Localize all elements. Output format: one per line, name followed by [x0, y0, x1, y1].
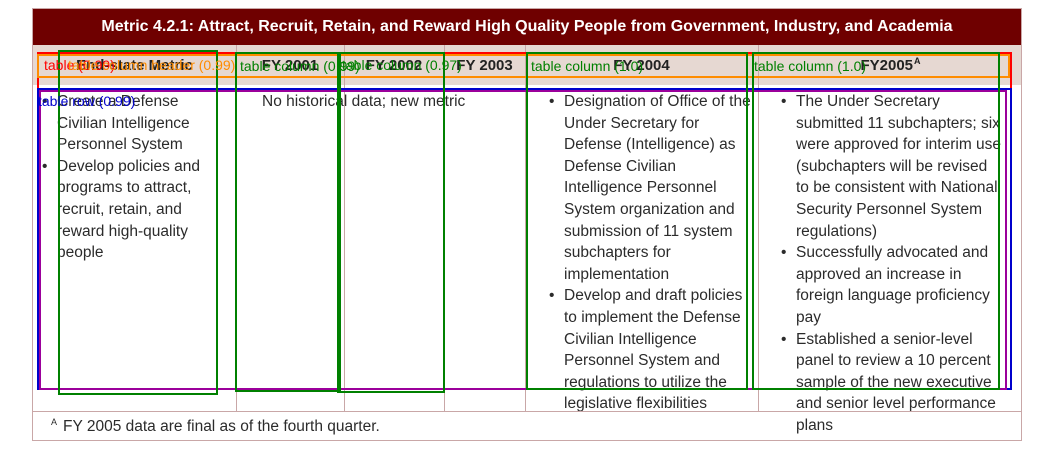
header-fy2004: FY 2004 — [613, 56, 670, 74]
cell-fy2005: The Under Secretary submitted 11 subchap… — [781, 91, 1003, 437]
metric-list: Create a Defense Civilian Intelligence P… — [42, 91, 232, 264]
list-item: The Under Secretary submitted 11 subchap… — [781, 91, 1003, 242]
list-item: Develop and draft policies to implement … — [549, 285, 754, 415]
table-title: Metric 4.2.1: Attract, Recruit, Retain, … — [33, 9, 1021, 45]
cell-fy2001: No historical data; new metric — [262, 93, 466, 110]
fy2005-list: The Under Secretary submitted 11 subchap… — [781, 91, 1003, 437]
list-item: Successfully advocated and approved an i… — [781, 242, 1003, 328]
footnote-text: FY 2005 data are final as of the fourth … — [63, 418, 380, 435]
list-item: Develop policies and programs to attract… — [42, 156, 232, 264]
list-item: Designation of Office of the Under Secre… — [549, 91, 754, 285]
header-fy2002: FY 2002 — [365, 56, 423, 74]
cell-fy2004: Designation of Office of the Under Secre… — [549, 91, 754, 415]
fy2004-list: Designation of Office of the Under Secre… — [549, 91, 754, 415]
footnote-mark: A — [51, 417, 58, 427]
table-row: Create a Defense Civilian Intelligence P… — [33, 85, 1021, 434]
metric-table: Metric 4.2.1: Attract, Recruit, Retain, … — [32, 8, 1022, 441]
table-header-row: End-state Metric FY 2001 FY 2002 FY 2003… — [33, 45, 1021, 85]
list-item: Create a Defense Civilian Intelligence P… — [42, 91, 232, 156]
header-fy2005-text: FY2005 — [860, 56, 914, 74]
header-fy2003: FY 2003 — [456, 56, 513, 74]
header-fy2005-sup: A — [914, 56, 921, 66]
header-fy2005: FY2005 A — [758, 45, 1023, 85]
footnote: A FY 2005 data are final as of the fourt… — [33, 411, 1021, 442]
header-metric: End-state Metric — [76, 56, 193, 74]
header-fy2001: FY 2001 — [261, 56, 319, 74]
cell-metric: Create a Defense Civilian Intelligence P… — [42, 91, 232, 264]
